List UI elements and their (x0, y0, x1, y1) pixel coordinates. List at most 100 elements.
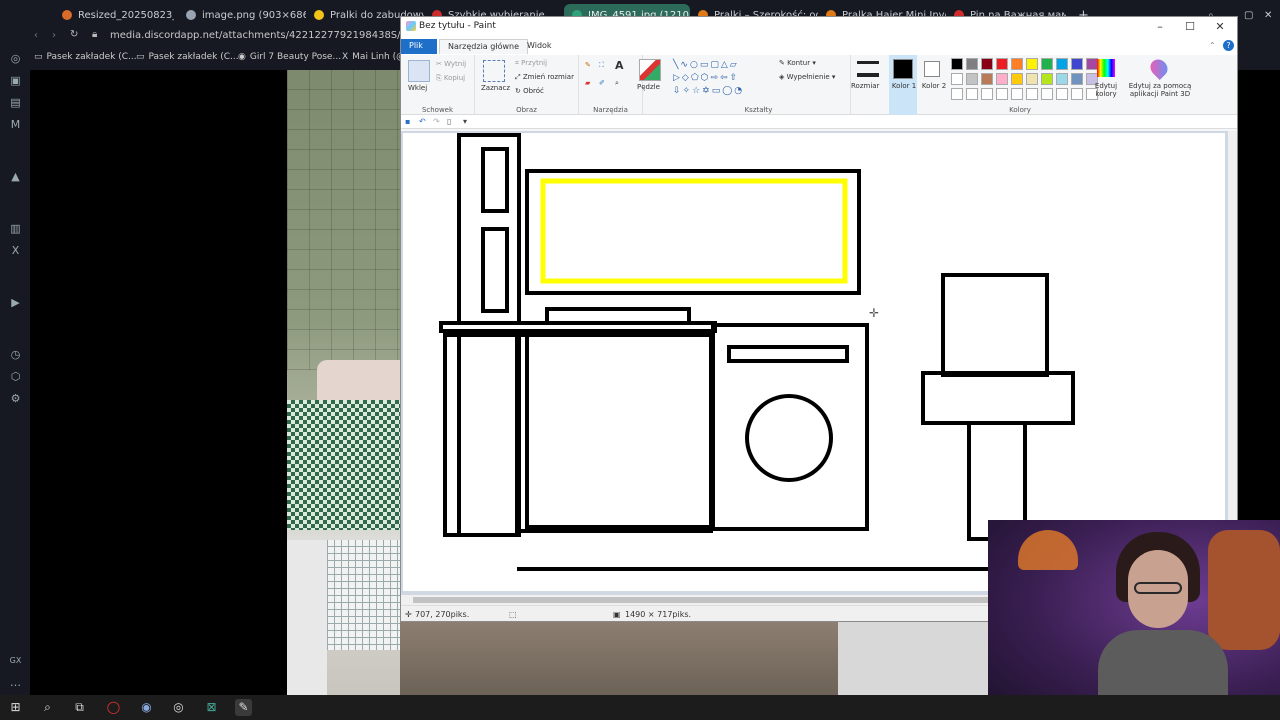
search-icon[interactable]: ⌕ (39, 699, 56, 716)
palette-swatch[interactable] (951, 73, 963, 85)
palette-swatch[interactable] (996, 88, 1008, 100)
palette-swatch[interactable] (981, 88, 993, 100)
maximize-button[interactable]: ☐ (1179, 19, 1201, 35)
size-icon[interactable] (857, 61, 879, 77)
ai-icon[interactable]: ▣ (9, 74, 22, 87)
size-label[interactable]: Rozmiar (851, 82, 879, 90)
palette-swatch[interactable] (1026, 58, 1038, 70)
drawn-middle-box (921, 371, 1075, 425)
tab-file[interactable]: Plik (401, 39, 437, 54)
pencil-icon[interactable]: ✎ (585, 61, 591, 69)
palette-swatch[interactable] (966, 58, 978, 70)
workspace-icon[interactable]: ▤ (9, 96, 22, 109)
paint-taskbar-icon[interactable]: ✎ (235, 699, 252, 716)
opera-gx-icon[interactable]: ◯ (105, 699, 122, 716)
task-view-icon[interactable]: ⧉ (71, 699, 88, 716)
palette-swatch[interactable] (1041, 58, 1053, 70)
palette-swatch[interactable] (966, 73, 978, 85)
palette-swatch[interactable] (1056, 58, 1068, 70)
palette-swatch[interactable] (1041, 73, 1053, 85)
palette-swatch[interactable] (981, 73, 993, 85)
palette-swatch[interactable] (981, 58, 993, 70)
text-tool-icon[interactable]: A (615, 59, 624, 72)
color-picker-icon[interactable]: ✐ (599, 79, 605, 87)
x-icon[interactable]: X (9, 244, 22, 257)
help-icon[interactable]: ? (1223, 40, 1234, 51)
paint3d-button[interactable]: Edytuj za pomocą aplikacji Paint 3D (1123, 55, 1195, 115)
discord-icon[interactable]: ◉ (138, 699, 155, 716)
palette-swatch[interactable] (1071, 73, 1083, 85)
select-icon[interactable] (483, 60, 505, 82)
palette-swatch[interactable] (951, 88, 963, 100)
brushes-icon[interactable] (639, 59, 661, 81)
arrow-icon[interactable]: ▲ (9, 170, 22, 183)
palette-swatch[interactable] (996, 73, 1008, 85)
color2-button[interactable]: Kolor 2 (919, 55, 947, 115)
brushes-label[interactable]: Pędzle (637, 83, 660, 91)
palette-swatch[interactable] (996, 58, 1008, 70)
scroll-thumb[interactable] (413, 597, 993, 603)
palette-swatch[interactable] (966, 88, 978, 100)
new-file-icon[interactable]: ▯ (447, 117, 456, 126)
palette-swatch[interactable] (1056, 73, 1068, 85)
fill-dropdown[interactable]: ◈ Wypełnienie ▾ (779, 73, 835, 81)
palette-swatch[interactable] (1026, 73, 1038, 85)
palette-swatch[interactable] (1011, 58, 1023, 70)
undo-icon[interactable]: ↶ (419, 117, 428, 126)
paste-label[interactable]: Wklej (408, 84, 427, 92)
bookmark-item[interactable]: ◉ Girl 7 Beauty Pose... (238, 52, 341, 62)
back-icon[interactable]: ‹ (34, 30, 38, 41)
palette-swatch[interactable] (1071, 88, 1083, 100)
redo-icon[interactable]: ↷ (433, 117, 442, 126)
save-icon[interactable]: ▪ (405, 117, 414, 126)
excel-icon[interactable]: ⊠ (203, 699, 220, 716)
history-icon[interactable]: ◷ (9, 348, 22, 361)
palette-swatch[interactable] (1071, 58, 1083, 70)
close-button[interactable]: ✕ (1209, 19, 1231, 35)
messenger-icon[interactable]: M (9, 118, 22, 131)
select-label[interactable]: Zaznacz (481, 84, 510, 92)
customize-qat-icon[interactable]: ▾ (463, 117, 472, 126)
palette-swatch[interactable] (1011, 88, 1023, 100)
minimize-button[interactable]: – (1149, 19, 1171, 35)
crop-label[interactable]: ⌗ Przytnij (515, 59, 547, 68)
palette-swatch[interactable] (1026, 88, 1038, 100)
collapse-ribbon-icon[interactable]: ⌃ (1209, 41, 1216, 50)
settings-icon[interactable]: ⚙ (9, 392, 22, 405)
palette-swatch[interactable] (1056, 88, 1068, 100)
bookmark-item[interactable]: X Mai Linh (@ (342, 52, 405, 62)
paste-icon[interactable] (408, 60, 430, 82)
eraser-icon[interactable]: ▰ (585, 79, 590, 87)
aria-icon[interactable]: ◎ (9, 52, 22, 65)
copy-label[interactable]: ⎘ Kopiuj (436, 74, 465, 83)
palette-swatch[interactable] (951, 58, 963, 70)
cut-label[interactable]: ✂ Wytnij (436, 60, 466, 68)
browser-tab[interactable]: image.png (903×686) (178, 4, 306, 26)
palette-swatch[interactable] (1041, 88, 1053, 100)
fill-bucket-icon[interactable]: ⛶ (599, 61, 604, 70)
bookmark-item[interactable]: ▭ Pasek zakładek (C... (34, 52, 137, 62)
outline-dropdown[interactable]: ✎ Kontur ▾ (779, 59, 816, 67)
palette-swatch[interactable] (1011, 73, 1023, 85)
browser-tab[interactable]: Resized_20250823_1427 (54, 4, 174, 26)
windows-start-icon[interactable]: ⊞ (7, 699, 24, 716)
twitch-icon[interactable]: ▥ (9, 222, 22, 235)
snapshot-icon[interactable]: ▢ (1236, 4, 1256, 26)
tab-view[interactable]: Widok (519, 39, 560, 54)
forward-icon[interactable]: › (52, 30, 56, 41)
extensions-icon[interactable]: ⬡ (9, 370, 22, 383)
more-icon[interactable]: … (9, 676, 22, 689)
resize-label[interactable]: ⤢ Zmień rozmiar (515, 73, 574, 82)
rotate-label[interactable]: ↻ Obróć (515, 87, 544, 95)
gx-icon[interactable]: GX (9, 654, 22, 667)
magnifier-icon[interactable]: ⌕ (615, 79, 619, 88)
obs-icon[interactable]: ◎ (170, 699, 187, 716)
reload-icon[interactable]: ↻ (70, 29, 78, 40)
player-icon[interactable]: ▶ (9, 296, 22, 309)
browser-close-icon[interactable]: ✕ (1256, 4, 1276, 26)
color1-button[interactable]: Kolor 1 (889, 55, 917, 115)
bookmark-item[interactable]: ▭ Pasek zakładek (C... (136, 52, 239, 62)
shapes-gallery[interactable]: ╲∿○▭▢△▱ ▷◇⬠⬡⇨⇦⇧ ⇩✧☆✡▭◯◔ (673, 59, 773, 99)
tab-home[interactable]: Narzędzia główne (439, 39, 529, 54)
edit-colors-button[interactable]: Edytuj kolory (1093, 55, 1119, 115)
